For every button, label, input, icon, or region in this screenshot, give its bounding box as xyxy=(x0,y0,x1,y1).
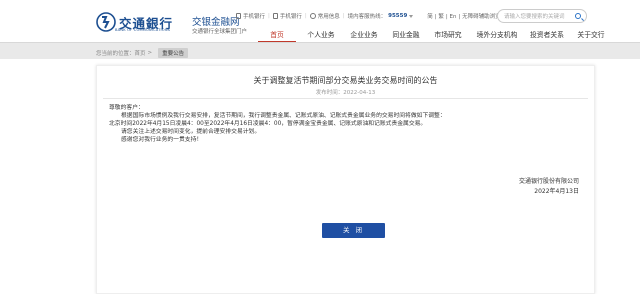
language-switch: 简 | 繁 | En | 无障碍辅助浏览 xyxy=(427,14,501,20)
bank-logo-icon[interactable] xyxy=(96,12,116,32)
nav-item-investor[interactable]: 投资者关系 xyxy=(525,30,569,42)
greeting: 尊敬的客户： xyxy=(109,105,144,111)
top-link-info[interactable]: 常用信息 xyxy=(309,12,340,20)
search-icon[interactable] xyxy=(575,13,581,19)
body-line: 北京时间2022年4月15日凌晨4：00至2022年4月16日凌晨4：00，暂停… xyxy=(109,121,427,128)
breadcrumb: 您当前的位置： 首页 > 重要公告 xyxy=(96,48,189,58)
brand-subtitle: 交通银行全球集团门户 xyxy=(192,29,248,35)
breadcrumb-separator: > xyxy=(147,50,153,56)
lang-traditional[interactable]: 繁 xyxy=(438,14,444,20)
announcement-title: 关于调整复活节期间部分交易类业务交易时间的公告 xyxy=(253,76,438,85)
brand-title[interactable]: 交银金融网 xyxy=(192,14,240,28)
body-line: 根据国际市场惯例及我行交易安排，复活节期间，我行调整贵金属、记账式原油、记账式贵… xyxy=(121,113,446,120)
top-link-mobile[interactable]: 手机银行 xyxy=(236,12,265,20)
nav-item-corporate[interactable]: 企业业务 xyxy=(343,30,385,42)
breadcrumb-home[interactable]: 首页 xyxy=(135,49,146,57)
body-line: 请您关注上述交易时间变化，提前合理安排交易计划。 xyxy=(121,129,261,136)
main-nav: 首页 个人业务 企业业务 同业金融 市场研究 境外分支机构 投资者关系 关于交行 xyxy=(255,30,613,42)
lang-simplified[interactable]: 简 xyxy=(427,14,433,20)
chevron-down-icon xyxy=(409,14,414,18)
accessibility-link[interactable]: 无障碍辅助浏览 xyxy=(462,14,501,20)
breadcrumb-bar: 您当前的位置： 首页 > 重要公告 xyxy=(0,42,640,59)
announcement-body: 尊敬的客户： 根据国际市场惯例及我行交易安排，复活节期间，我行调整贵金属、记账式… xyxy=(109,104,589,144)
title-divider xyxy=(103,98,588,99)
hotline[interactable]: 境内客服热线： 95559 xyxy=(348,12,414,20)
nav-item-about[interactable]: 关于交行 xyxy=(569,30,613,42)
top-link-divider: | xyxy=(268,13,270,19)
nav-item-research[interactable]: 市场研究 xyxy=(427,30,469,42)
hotline-label: 境内客服热线： xyxy=(347,14,387,20)
nav-item-home[interactable]: 首页 xyxy=(255,30,299,42)
lang-english[interactable]: En xyxy=(450,14,457,20)
announcement-card: 关于调整复活节期间部分交易类业务交易时间的公告 发布时间：2022-04-13 … xyxy=(96,65,595,294)
breadcrumb-label: 您当前的位置： xyxy=(96,51,135,57)
mobile-icon xyxy=(236,13,241,19)
site-header: 交通銀行 BANK OF COMMUNICATIONS 交银金融网 交通银行全球… xyxy=(0,0,640,42)
top-link-divider: | xyxy=(342,13,345,19)
announcement-date: 发布时间：2022-04-13 xyxy=(315,90,376,96)
signature-date: 2022年4月13日 xyxy=(534,188,579,195)
breadcrumb-current[interactable]: 重要公告 xyxy=(158,48,189,58)
phone-icon xyxy=(272,13,278,19)
hotline-number: 95559 xyxy=(388,13,408,19)
top-links: 手机银行 | 手机银行 | 常用信息 | 境内客服热线： 95559 简 | 繁 |… xyxy=(236,11,503,21)
body-line: 感谢您对我行业务的一贯支持！ xyxy=(121,137,203,144)
logo-english-text: BANK OF COMMUNICATIONS xyxy=(115,28,171,32)
top-link-phone-bank[interactable]: 手机银行 xyxy=(272,12,302,20)
search-box xyxy=(497,9,587,23)
nav-item-overseas[interactable]: 境外分支机构 xyxy=(469,30,525,42)
info-icon xyxy=(309,13,316,19)
close-button[interactable]: 关 闭 xyxy=(322,223,385,238)
top-link-mobile-label: 手机银行 xyxy=(243,14,266,20)
search-input[interactable] xyxy=(504,12,572,21)
top-link-divider: | xyxy=(304,13,307,19)
nav-item-interbank[interactable]: 同业金融 xyxy=(385,30,427,42)
nav-item-personal[interactable]: 个人业务 xyxy=(299,30,343,42)
signature-org: 交通银行股份有限公司 xyxy=(518,178,579,185)
top-link-info-label: 常用信息 xyxy=(317,14,340,20)
top-link-phone-label: 手机银行 xyxy=(279,14,302,20)
